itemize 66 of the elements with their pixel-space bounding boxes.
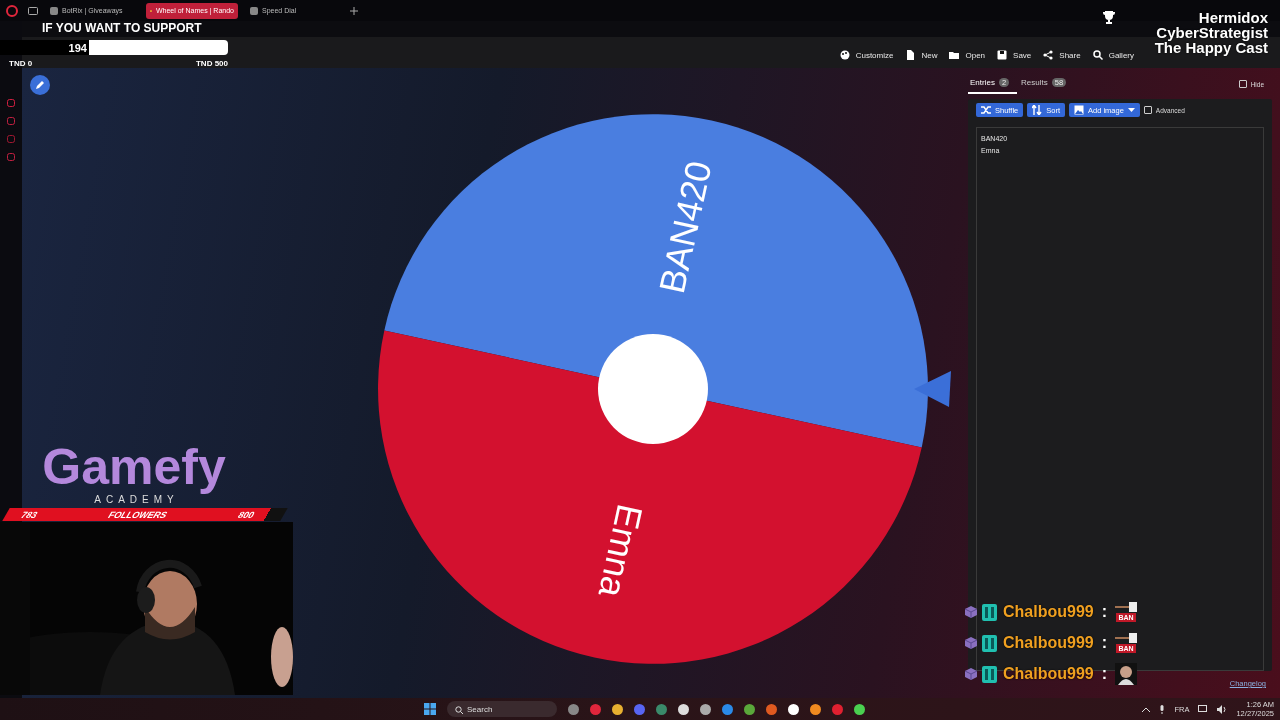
toolbar-button[interactable]: Share: [1037, 48, 1087, 62]
sort-icon: [1032, 105, 1043, 115]
taskbar-app-icon[interactable]: [788, 703, 799, 715]
sidebar-app-icon[interactable]: [7, 117, 15, 125]
tab-favicon-icon: [50, 6, 58, 15]
goal-max-label: TND 500: [196, 59, 228, 68]
logo-wordmark: Gamefy: [42, 440, 226, 494]
new-tab-icon[interactable]: [350, 6, 358, 15]
tab-list-icon[interactable]: [28, 6, 38, 15]
share-icon: [1043, 50, 1054, 60]
sidebar-app-icon[interactable]: [7, 135, 15, 143]
hammer-icon: [1115, 602, 1137, 612]
search-icon: [1092, 50, 1103, 60]
hammer-icon: [1115, 633, 1137, 643]
chat-separator: :: [1101, 603, 1107, 621]
taskbar-app-icon[interactable]: [612, 703, 623, 715]
chat-separator: :: [1101, 634, 1107, 652]
taskbar-app-icon[interactable]: [678, 703, 689, 715]
followers-current: 783: [19, 509, 40, 520]
chat-username: Chalbou999: [1003, 634, 1094, 652]
caret-icon: [1127, 108, 1135, 112]
goal-min-label: TND 0: [9, 59, 33, 68]
goal-amount: 194: [68, 41, 88, 54]
tab-favicon-icon: [250, 6, 258, 15]
wheel-hub[interactable]: [598, 334, 708, 444]
search-icon: [455, 706, 463, 714]
microphone-icon[interactable]: [1159, 704, 1166, 714]
trophy-icon[interactable]: [1102, 10, 1116, 24]
toolbar-button[interactable]: Customize: [833, 48, 900, 62]
image-icon: [1074, 105, 1084, 115]
speaker-icon[interactable]: [1217, 704, 1228, 714]
toolbar-button[interactable]: Open: [943, 48, 992, 62]
taskbar-app-icon[interactable]: [744, 703, 755, 715]
streamer-name: Hermidox: [1198, 10, 1268, 25]
followers-label: FOLLOWERS: [106, 509, 170, 520]
cube-badge-icon: [964, 636, 978, 650]
taskbar-app-icon[interactable]: [810, 703, 821, 715]
streamer-name: The Happy Cast: [1154, 40, 1268, 55]
support-title: IF YOU WANT TO SUPPORT: [42, 20, 203, 36]
pointer-icon: [914, 371, 951, 407]
toolbar-button[interactable]: Gallery: [1086, 48, 1140, 62]
network-icon[interactable]: [1198, 704, 1209, 714]
browser-logo-icon[interactable]: [6, 4, 18, 17]
tab-label: Results: [1021, 78, 1048, 87]
toolbar-button[interactable]: Save: [991, 48, 1038, 62]
logo-tagline: ACADEMY: [94, 494, 179, 505]
windows-start-icon[interactable]: [424, 703, 436, 715]
taskbar-app-icon[interactable]: [854, 703, 865, 715]
file-icon: [905, 50, 916, 60]
toolbar-button[interactable]: New: [899, 48, 944, 62]
shuffle-icon: [981, 105, 991, 115]
chat-username: Chalbou999: [1003, 603, 1094, 621]
followers-goal: 800: [236, 509, 257, 520]
cube-badge-icon: [964, 667, 978, 681]
sidebar-app-icon[interactable]: [7, 99, 15, 107]
avatar-emote-icon: [1115, 663, 1137, 685]
slice-label: Emna: [590, 500, 651, 602]
folder-icon: [949, 50, 960, 60]
sidebar-app-icon[interactable]: [7, 153, 15, 161]
slice-label: BAN420: [650, 157, 720, 298]
edit-button[interactable]: [29, 74, 51, 96]
taskbar-search-field[interactable]: Search: [447, 701, 557, 717]
cube-badge-icon: [964, 605, 978, 619]
taskbar-app-icon[interactable]: [700, 703, 711, 715]
chevron-up-icon[interactable]: [1142, 706, 1151, 712]
tab-label: Entries: [970, 78, 995, 87]
